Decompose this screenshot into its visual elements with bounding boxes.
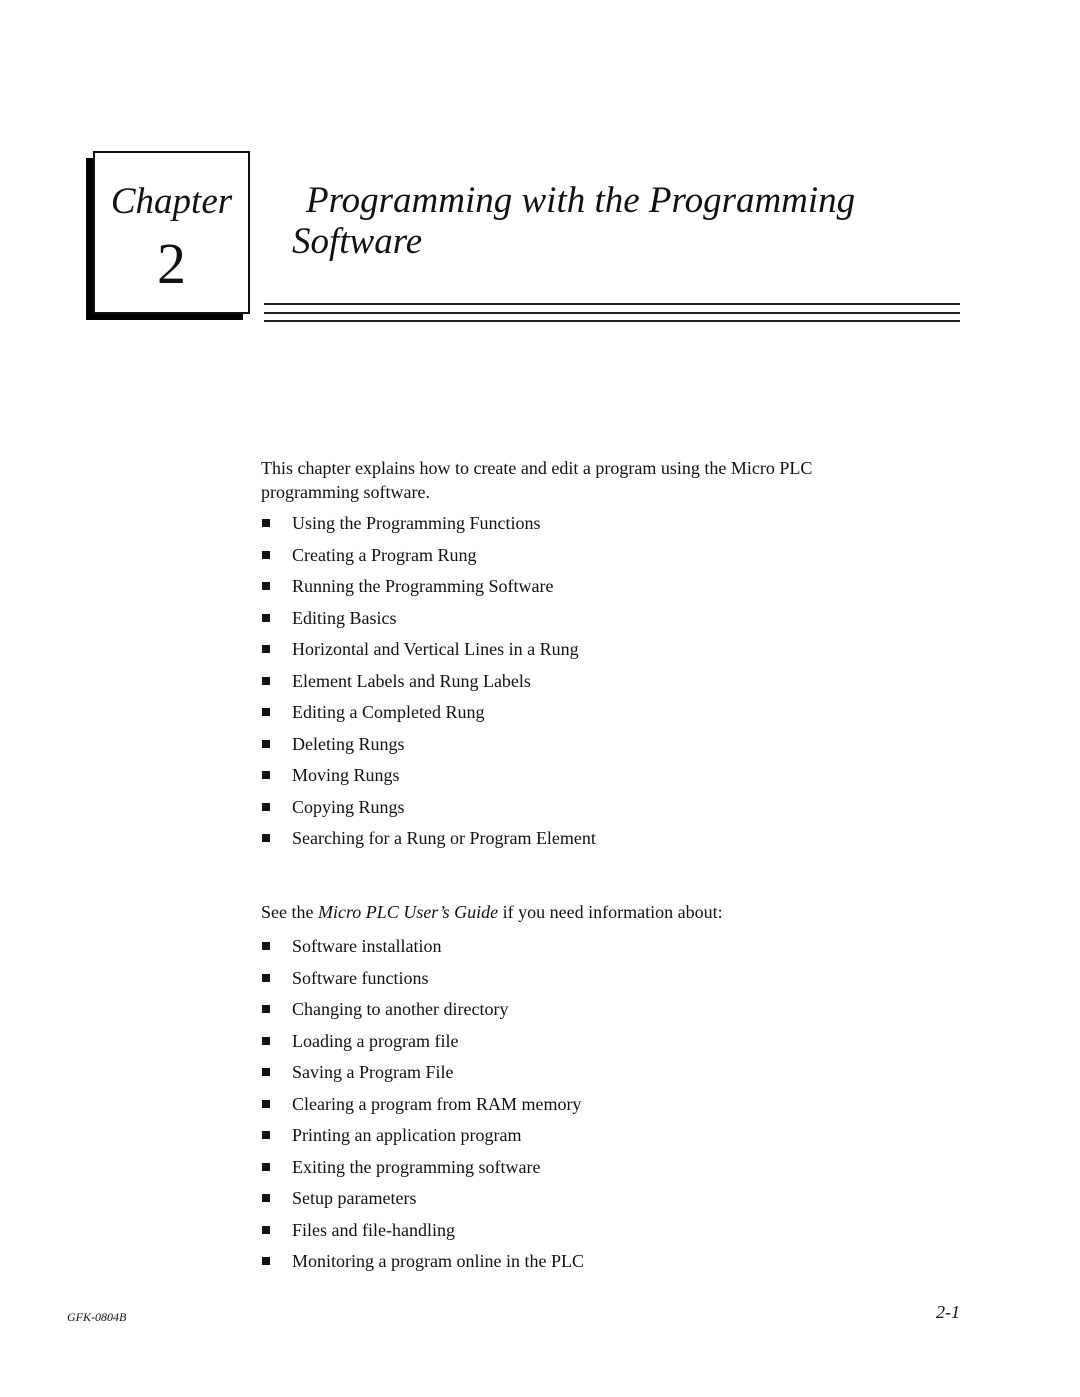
list-item-text: Horizontal and Vertical Lines in a Rung	[292, 639, 579, 659]
list-item: Printing an application program	[261, 1123, 584, 1155]
guide-title: Micro PLC User’s Guide	[317, 902, 499, 922]
list-item-text: Loading a program file	[292, 1030, 459, 1051]
guide-topics-list: Software installation Software functions C…	[261, 934, 584, 1281]
list-item: Software functions	[261, 966, 584, 998]
list-item-text: Using the Programming Functions	[292, 513, 541, 533]
square-bullet-icon	[262, 802, 270, 811]
square-bullet-icon	[262, 771, 270, 779]
square-bullet-icon	[262, 1225, 270, 1234]
list-item-text: Saving a Program File	[292, 1062, 454, 1082]
list-item: Running the Programming Software	[261, 574, 596, 606]
list-item-text: Editing Basics	[292, 607, 397, 628]
list-item-text: Changing to another directory	[292, 999, 509, 1019]
square-bullet-icon	[262, 708, 270, 716]
see-also-suffix: if you need information about:	[498, 902, 723, 922]
chapter-title-line-1: Programming with the Programming	[306, 180, 856, 221]
chapter-topics-list: Using the Programming Functions Creating …	[261, 511, 596, 858]
square-bullet-icon	[262, 1099, 270, 1108]
square-bullet-icon	[262, 582, 270, 590]
square-bullet-icon	[262, 1036, 270, 1045]
list-item-text: Files and file-handling	[292, 1219, 455, 1240]
chapter-box: Chapter 2	[93, 151, 250, 314]
list-item-text: Exiting the programming software	[292, 1156, 541, 1177]
list-item-text: Copying Rungs	[292, 796, 405, 817]
list-item-text: Moving Rungs	[292, 765, 400, 785]
intro-paragraph: This chapter explains how to create and …	[261, 458, 813, 502]
document-id: GFK-0804B	[67, 1310, 127, 1324]
list-item: Loading a program file	[261, 1029, 584, 1061]
list-item: Clearing a program from RAM memory	[261, 1092, 584, 1124]
list-item: Monitoring a program online in the PLC	[261, 1249, 584, 1281]
list-item: Element Labels and Rung Labels	[261, 669, 596, 701]
square-bullet-icon	[262, 1194, 270, 1202]
title-rule-2	[264, 312, 960, 314]
list-item: Exiting the programming software	[261, 1155, 584, 1187]
chapter-title-line-2: Software	[292, 221, 423, 262]
list-item-text: Creating a Program Rung	[292, 544, 477, 565]
list-item: Saving a Program File	[261, 1060, 584, 1092]
chapter-number: 2	[157, 231, 186, 296]
list-item-text: Editing a Completed Rung	[292, 702, 485, 722]
square-bullet-icon	[262, 942, 270, 950]
list-item-text: Element Labels and Rung Labels	[292, 670, 531, 691]
square-bullet-icon	[262, 1131, 270, 1139]
list-item-text: Searching for a Rung or Program Element	[292, 828, 596, 848]
list-item: Files and file-handling	[261, 1218, 584, 1250]
page-number: 2-1	[936, 1302, 960, 1322]
square-bullet-icon	[262, 519, 270, 527]
chapter-title: Programming with the Programming Softwar…	[292, 180, 855, 262]
square-bullet-icon	[262, 973, 270, 982]
square-bullet-icon	[262, 1162, 270, 1171]
title-rule-1	[264, 303, 960, 305]
list-item: Software installation	[261, 934, 584, 966]
square-bullet-icon	[262, 1257, 270, 1265]
list-item-text: Clearing a program from RAM memory	[292, 1093, 582, 1114]
list-item-text: Running the Programming Software	[292, 576, 554, 596]
square-bullet-icon	[262, 1005, 270, 1013]
square-bullet-icon	[262, 613, 270, 622]
list-item: Changing to another directory	[261, 997, 584, 1029]
list-item: Copying Rungs	[261, 795, 596, 827]
see-also-prefix: See the	[261, 902, 318, 922]
title-rule-3	[264, 320, 960, 322]
square-bullet-icon	[262, 739, 270, 748]
chapter-label: Chapter	[110, 181, 233, 222]
list-item-text: Software functions	[292, 967, 429, 988]
list-item-text: Software installation	[292, 936, 442, 956]
list-item: Searching for a Rung or Program Element	[261, 826, 596, 858]
list-item: Using the Programming Functions	[261, 511, 596, 543]
list-item: Creating a Program Rung	[261, 543, 596, 575]
list-item: Editing a Completed Rung	[261, 700, 596, 732]
list-item-text: Setup parameters	[292, 1188, 417, 1208]
square-bullet-icon	[262, 1068, 270, 1076]
list-item: Setup parameters	[261, 1186, 584, 1218]
list-item-text: Monitoring a program online in the PLC	[292, 1251, 584, 1271]
list-item: Editing Basics	[261, 606, 596, 638]
square-bullet-icon	[262, 834, 270, 842]
see-also-paragraph: See the Micro PLC User’s Guide if you ne…	[261, 900, 723, 924]
list-item-text: Printing an application program	[292, 1125, 522, 1145]
list-item: Moving Rungs	[261, 763, 596, 795]
list-item: Deleting Rungs	[261, 732, 596, 764]
square-bullet-icon	[262, 645, 270, 653]
square-bullet-icon	[262, 676, 270, 685]
square-bullet-icon	[262, 550, 270, 559]
list-item-text: Deleting Rungs	[292, 733, 405, 754]
list-item: Horizontal and Vertical Lines in a Rung	[261, 637, 596, 669]
